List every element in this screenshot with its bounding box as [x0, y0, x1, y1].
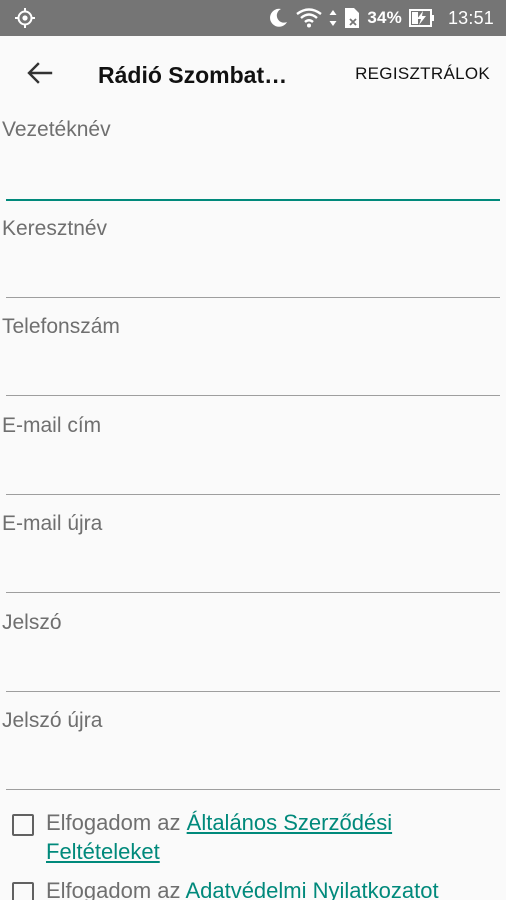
consent-prefix: Elfogadom az [46, 810, 187, 835]
field-label: Telefonszám [2, 315, 120, 338]
password-confirm-input[interactable] [6, 749, 500, 791]
field-underline [6, 690, 500, 692]
email-confirm-field: E-mail újra [0, 508, 506, 607]
consent-list: Elfogadom az Általános Szerződési Feltét… [0, 808, 506, 900]
moon-icon [267, 7, 289, 29]
field-underline [6, 199, 500, 201]
sim-icon [344, 7, 360, 29]
page-title: Rádió Szombat… [98, 61, 288, 88]
field-underline [6, 789, 500, 790]
password-input[interactable] [6, 650, 500, 693]
phone-field: Telefonszám [0, 311, 506, 410]
email-confirm-input[interactable] [6, 552, 500, 594]
first-name-field: Keresztnév [0, 213, 506, 312]
back-button[interactable] [12, 47, 68, 103]
terms-checkbox[interactable] [12, 814, 34, 836]
location-target-icon [14, 7, 36, 29]
field-label: Jelszó újra [2, 709, 103, 732]
last-name-field: Vezetéknév [0, 114, 506, 213]
email-field: E-mail cím [0, 410, 506, 509]
field-underline [6, 592, 500, 593]
field-underline [6, 296, 500, 298]
data-arrows-icon [329, 9, 337, 27]
consent-text: Elfogadom az Általános Szerződési Feltét… [46, 808, 506, 866]
field-label: Vezetéknév [2, 118, 111, 141]
field-underline [6, 493, 500, 495]
battery-percent: 34% [367, 8, 402, 27]
consent-text: Elfogadom az Adatvédelmi Nyilatkozatot [46, 876, 506, 900]
registration-form: Vezetéknév Keresztnév Telefonszám E-mail… [0, 114, 506, 804]
first-name-input[interactable] [6, 256, 500, 299]
phone-input[interactable] [6, 355, 500, 397]
password-field: Jelszó [0, 607, 506, 706]
last-name-input[interactable] [6, 158, 500, 200]
clock: 13:51 [447, 7, 494, 28]
field-label: Jelszó [2, 610, 62, 634]
field-underline [6, 395, 500, 396]
status-bar: 34% 13:51 [0, 0, 506, 36]
app-bar: Rádió Szombat… REGISZTRÁLOK [0, 36, 506, 114]
field-label: Keresztnév [2, 216, 108, 240]
privacy-checkbox[interactable] [12, 882, 34, 900]
register-button[interactable]: REGISZTRÁLOK [355, 64, 490, 84]
terms-consent-row: Elfogadom az Általános Szerződési Feltét… [0, 808, 506, 866]
arrow-back-icon [27, 61, 53, 89]
password-confirm-field: Jelszó újra [0, 705, 506, 804]
field-label: E-mail újra [2, 512, 103, 535]
status-left [14, 7, 36, 29]
battery-charging-icon [408, 8, 435, 28]
privacy-consent-row: Elfogadom az Adatvédelmi Nyilatkozatot [0, 876, 506, 900]
email-input[interactable] [6, 453, 500, 496]
privacy-link[interactable]: Adatvédelmi Nyilatkozatot [185, 878, 438, 900]
status-right: 34% 13:51 [267, 7, 494, 29]
consent-prefix: Elfogadom az [46, 878, 186, 900]
wifi-icon [296, 8, 323, 28]
field-label: E-mail cím [2, 413, 102, 437]
